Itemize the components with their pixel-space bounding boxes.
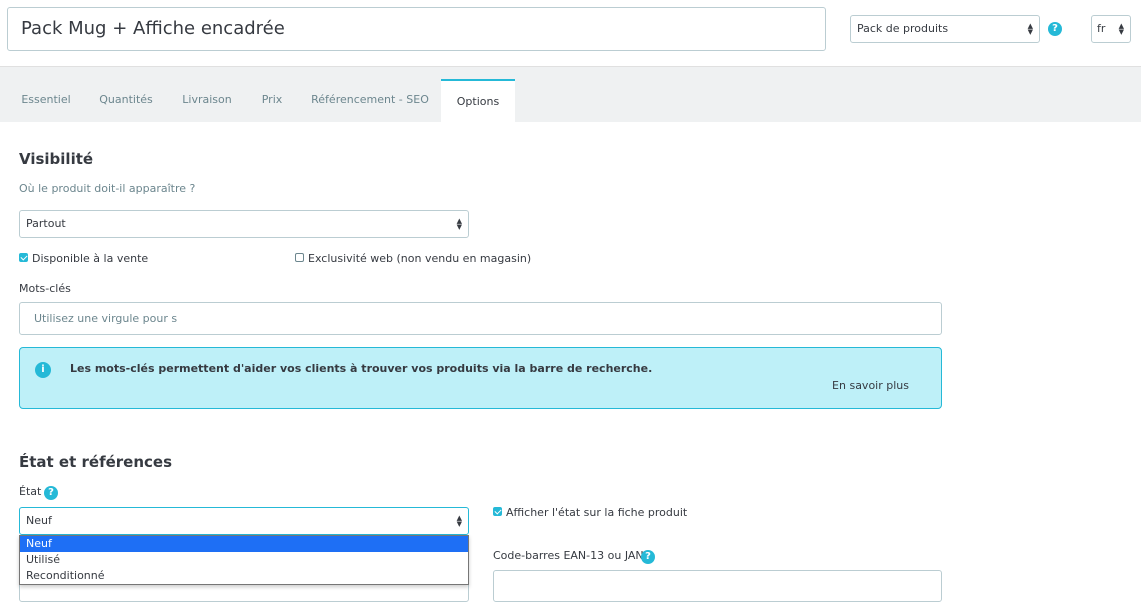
- visibility-question: Où le produit doit-il apparaître ?: [19, 182, 196, 195]
- visibility-select[interactable]: Partout ▲ ▼: [19, 210, 469, 238]
- tab-seo[interactable]: Référencement - SEO: [300, 80, 440, 122]
- info-icon: i: [35, 362, 51, 378]
- product-tabs: Essentiel Quantités Livraison Prix Référ…: [0, 67, 1141, 122]
- language-select[interactable]: fr ▲ ▼: [1091, 15, 1131, 43]
- condition-title: État et références: [19, 453, 173, 471]
- show-condition-checkbox[interactable]: [493, 507, 502, 516]
- tab-livraison[interactable]: Livraison: [170, 80, 244, 122]
- keywords-label: Mots-clés: [19, 282, 71, 295]
- condition-option-neuf[interactable]: Neuf: [20, 536, 468, 552]
- condition-value: Neuf: [26, 514, 52, 527]
- product-type-help-icon[interactable]: ?: [1048, 22, 1062, 36]
- product-type-select[interactable]: Pack de produits ▲ ▼: [850, 15, 1040, 43]
- condition-label: État: [19, 485, 42, 498]
- visibility-value: Partout: [26, 217, 66, 230]
- select-arrows-icon: ▲ ▼: [456, 217, 462, 231]
- condition-help-icon[interactable]: ?: [44, 486, 58, 500]
- condition-option-reconditionne[interactable]: Reconditionné: [20, 568, 468, 584]
- tab-quantites[interactable]: Quantités: [88, 80, 164, 122]
- available-for-sale-checkbox[interactable]: [19, 253, 28, 262]
- learn-more-link[interactable]: En savoir plus: [832, 379, 909, 392]
- visibility-title: Visibilité: [19, 150, 94, 168]
- language-value: fr: [1097, 22, 1106, 35]
- tab-prix[interactable]: Prix: [250, 80, 294, 122]
- keywords-info-text: Les mots-clés permettent d'aider vos cli…: [70, 362, 653, 375]
- available-for-sale-label: Disponible à la vente: [32, 252, 149, 265]
- keywords-input[interactable]: Utilisez une virgule pour s: [19, 302, 942, 335]
- barcode-input[interactable]: [493, 570, 942, 602]
- condition-option-utilise[interactable]: Utilisé: [20, 552, 468, 568]
- select-arrows-icon: ▲ ▼: [1027, 22, 1033, 36]
- select-arrows-icon: ▲ ▼: [456, 514, 462, 528]
- barcode-help-icon[interactable]: ?: [641, 550, 655, 564]
- web-only-checkbox[interactable]: [295, 253, 304, 262]
- product-type-value: Pack de produits: [857, 22, 949, 35]
- tab-options[interactable]: Options: [441, 79, 515, 122]
- product-header: Pack Mug + Affiche encadrée Pack de prod…: [0, 0, 1141, 67]
- condition-dropdown-list: Neuf Utilisé Reconditionné: [19, 535, 469, 585]
- condition-select[interactable]: Neuf ▲ ▼: [19, 507, 469, 535]
- tab-essentiel[interactable]: Essentiel: [10, 80, 82, 122]
- barcode-label: Code-barres EAN-13 ou JAN: [493, 549, 644, 562]
- show-condition-label: Afficher l'état sur la fiche produit: [506, 506, 688, 519]
- select-arrows-icon: ▲ ▼: [1118, 22, 1124, 36]
- keywords-info-alert: i Les mots-clés permettent d'aider vos c…: [19, 347, 942, 409]
- keywords-placeholder: Utilisez une virgule pour s: [34, 312, 178, 325]
- web-only-label: Exclusivité web (non vendu en magasin): [308, 252, 532, 265]
- product-name-input[interactable]: Pack Mug + Affiche encadrée: [7, 7, 826, 51]
